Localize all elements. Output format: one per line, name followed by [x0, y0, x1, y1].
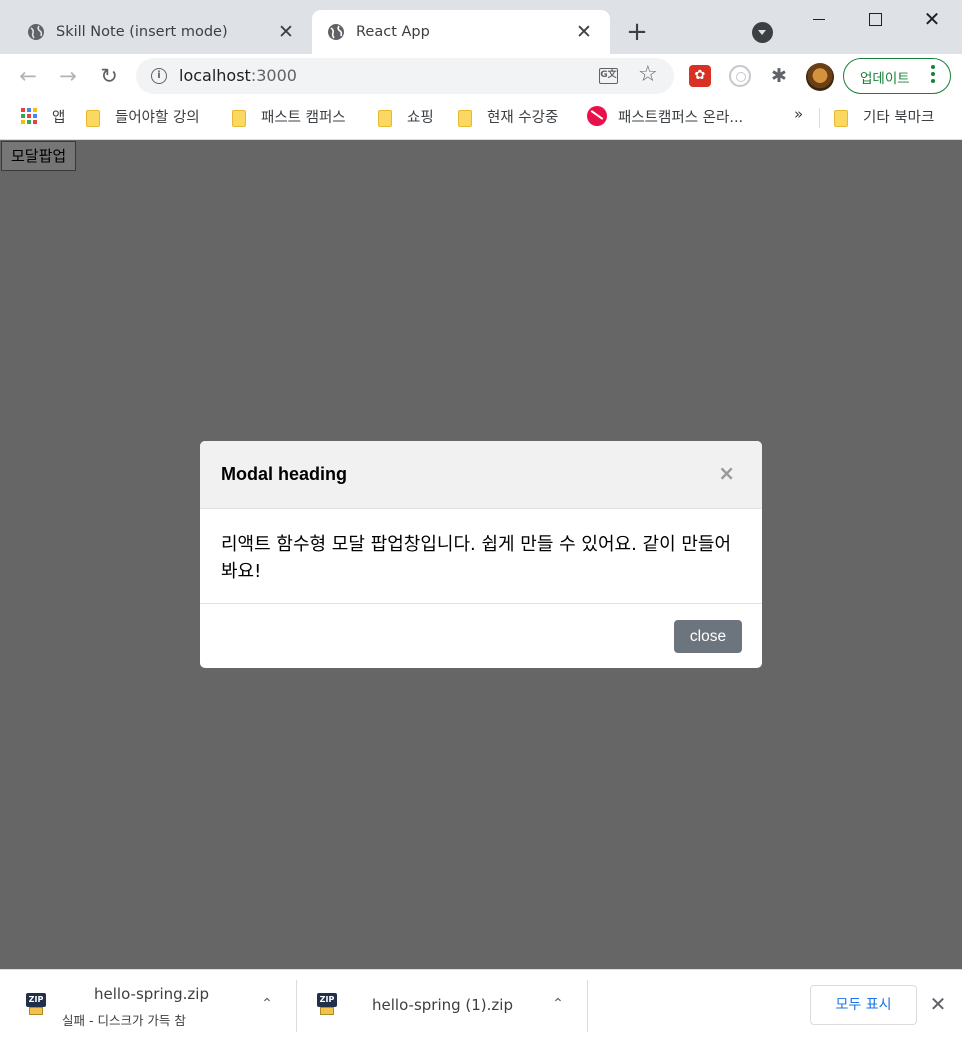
modal-footer: close [200, 603, 762, 668]
minimize-button[interactable] [804, 6, 834, 34]
download-filename: hello-spring (1).zip [372, 996, 513, 1014]
url-host: localhost [179, 66, 251, 85]
bookmark-star-icon[interactable]: ☆ [638, 62, 658, 87]
bookmarks-overflow-button[interactable]: » [794, 105, 803, 123]
browser-toolbar: ← → ↻ i localhost:3000 G文 ☆ ✿ ✱ 업데이트 [0, 54, 962, 99]
folder-icon [458, 109, 472, 127]
close-icon[interactable]: ✕ [276, 22, 296, 42]
profile-avatar[interactable] [806, 63, 834, 91]
folder-icon [232, 109, 246, 127]
fastcampus-logo-icon [587, 106, 607, 126]
address-bar[interactable]: i localhost:3000 G文 ☆ [136, 58, 674, 94]
folder-icon [378, 109, 392, 127]
close-icon[interactable]: × [718, 461, 735, 485]
bookmark-folder[interactable]: 패스트 캠퍼스 [232, 106, 346, 127]
open-modal-button[interactable]: 모달팝업 [1, 141, 77, 171]
translate-icon[interactable]: G文 [599, 68, 618, 84]
apps-grid-icon [21, 108, 37, 124]
bookmark-label: 패스트 캠퍼스 [261, 109, 346, 126]
folder-icon [834, 109, 848, 127]
bookmark-folder[interactable]: 쇼핑 [378, 106, 434, 127]
new-tab-button[interactable]: + [624, 19, 650, 46]
bookmark-folder[interactable]: 들어야할 강의 [86, 106, 200, 127]
close-icon[interactable]: ✕ [927, 992, 949, 1016]
forward-button[interactable]: → [54, 63, 82, 91]
modal-header: Modal heading × [200, 441, 762, 509]
close-button[interactable]: close [674, 620, 742, 653]
bookmark-label: 쇼핑 [407, 109, 434, 126]
globe-icon [28, 24, 44, 40]
folder-icon [86, 109, 100, 127]
bookmark-label: 들어야할 강의 [115, 109, 200, 126]
page-overlay[interactable]: 모달팝업 Modal heading × 리액트 함수형 모달 팝업창입니다. … [0, 141, 962, 969]
tab-strip: Skill Note (insert mode) ✕ React App ✕ +… [0, 0, 962, 54]
back-button[interactable]: ← [14, 63, 42, 91]
close-icon[interactable]: ✕ [574, 22, 594, 42]
zip-file-icon: ZIP [25, 993, 47, 1015]
zip-file-icon: ZIP [316, 993, 338, 1015]
maximize-button[interactable] [860, 6, 890, 34]
bookmark-apps[interactable]: 앱 [21, 106, 65, 126]
reload-button[interactable]: ↻ [95, 63, 123, 91]
extension-red-icon[interactable]: ✿ [689, 65, 711, 87]
bookmark-label: 현재 수강중 [487, 109, 559, 126]
bookmark-other[interactable]: 기타 북마크 [834, 106, 935, 127]
tab-react-app[interactable]: React App ✕ [312, 10, 610, 54]
modal-body-text: 리액트 함수형 모달 팝업창입니다. 쉽게 만들 수 있어요. 같이 만들어봐요… [221, 534, 732, 582]
chevron-up-icon[interactable]: ⌃ [549, 995, 567, 1013]
tab-title: Skill Note (insert mode) [56, 24, 228, 40]
update-button[interactable]: 업데이트 [843, 58, 951, 94]
tab-search-icon[interactable] [752, 22, 773, 43]
download-shelf: ZIP hello-spring.zip 실패 - 디스크가 가득 참 ⌃ ZI… [0, 969, 962, 1040]
download-item[interactable]: ZIP hello-spring (1).zip ⌃ [297, 970, 587, 1040]
bookmarks-separator [819, 108, 820, 128]
modal-title: Modal heading [221, 464, 347, 484]
download-status: 실패 - 디스크가 가득 참 [62, 1013, 186, 1028]
url-port: :3000 [250, 66, 297, 85]
update-label: 업데이트 [860, 71, 910, 87]
modal-dialog: Modal heading × 리액트 함수형 모달 팝업창입니다. 쉽게 만들… [200, 441, 762, 668]
globe-icon [328, 24, 344, 40]
download-filename: hello-spring.zip [94, 985, 209, 1003]
bookmarks-bar: 앱 들어야할 강의 패스트 캠퍼스 쇼핑 현재 수강중 패스트캠퍼스 온라...… [0, 99, 962, 140]
window-close-button[interactable]: ✕ [917, 6, 947, 34]
bookmark-fastcampus[interactable]: 패스트캠퍼스 온라... [587, 106, 743, 126]
bookmark-folder[interactable]: 현재 수강중 [458, 106, 559, 127]
bookmark-label: 패스트캠퍼스 온라... [618, 109, 744, 126]
menu-dots-icon [931, 65, 935, 85]
puzzle-icon[interactable]: ✱ [768, 65, 790, 87]
download-separator [587, 980, 588, 1032]
info-icon[interactable]: i [151, 68, 167, 84]
tab-skill-note[interactable]: Skill Note (insert mode) ✕ [0, 10, 312, 54]
chevron-up-icon[interactable]: ⌃ [258, 995, 276, 1013]
download-item[interactable]: ZIP hello-spring.zip 실패 - 디스크가 가득 참 ⌃ [0, 970, 296, 1040]
extension-circle-icon[interactable] [729, 65, 751, 87]
bookmark-label: 기타 북마크 [863, 109, 935, 126]
bookmark-label: 앱 [52, 109, 66, 126]
url-text[interactable]: localhost:3000 [179, 66, 297, 85]
show-all-button[interactable]: 모두 표시 [810, 985, 917, 1025]
tab-title: React App [356, 24, 430, 40]
